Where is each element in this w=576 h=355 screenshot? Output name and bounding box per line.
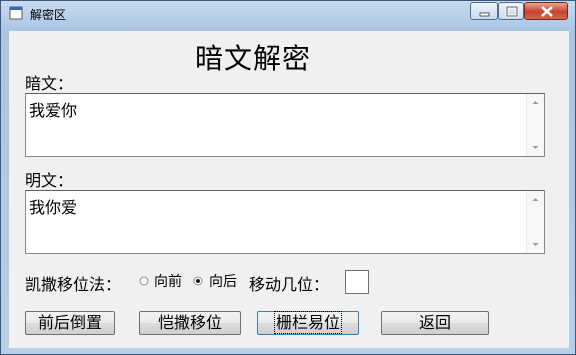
shift-count-input[interactable] (345, 270, 369, 294)
page-title: 暗文解密 (195, 42, 312, 75)
scroll-down-icon[interactable] (527, 139, 544, 156)
back-button[interactable]: 返回 (381, 311, 489, 335)
app-icon (9, 6, 23, 20)
ciphertext-scrollbar[interactable] (526, 94, 544, 156)
maximize-icon (505, 5, 519, 18)
radio-forward[interactable] (139, 276, 149, 286)
form-area: 暗文解密 暗文： 我爱你 明文： 我你爱 凯撒移位法： 向前 向后 移动几位： … (9, 31, 569, 348)
caesar-shift-button[interactable]: 恺撒移位 (139, 311, 241, 335)
radio-backward[interactable] (193, 276, 203, 286)
minimize-button[interactable] (470, 2, 498, 20)
plaintext-label: 明文： (25, 171, 74, 190)
close-icon (541, 6, 553, 17)
ciphertext-field[interactable]: 我爱你 (25, 93, 545, 157)
ciphertext-label: 暗文： (25, 74, 74, 93)
radio-forward-label[interactable]: 向前 (154, 271, 182, 291)
scroll-up-icon[interactable] (527, 94, 544, 111)
caesar-shift-button-label: 恺撒移位 (157, 313, 222, 332)
title-bar[interactable]: 解密区 (1, 1, 575, 26)
minimize-icon (479, 12, 490, 17)
reverse-button[interactable]: 前后倒置 (25, 311, 115, 335)
caesar-label: 凯撒移位法： (25, 275, 122, 294)
plaintext-field[interactable]: 我你爱 (25, 190, 545, 254)
close-button[interactable] (524, 2, 568, 20)
back-button-label: 返回 (418, 313, 451, 332)
window-title: 解密区 (30, 8, 67, 22)
plaintext-scrollbar[interactable] (526, 191, 544, 253)
scroll-down-icon[interactable] (527, 236, 544, 253)
shift-count-label: 移动几位： (249, 275, 330, 294)
ciphertext-value: 我爱你 (29, 101, 78, 120)
rail-fence-button-label: 栅栏易位 (273, 311, 343, 334)
rail-fence-button[interactable]: 栅栏易位 (257, 311, 359, 335)
reverse-button-label: 前后倒置 (37, 313, 102, 332)
maximize-button[interactable] (498, 2, 524, 20)
scroll-up-icon[interactable] (527, 191, 544, 208)
radio-backward-label[interactable]: 向后 (209, 271, 237, 291)
plaintext-value: 我你爱 (29, 198, 78, 217)
app-window: 解密区 暗文解密 暗文： 我爱你 明文： 我你爱 凯撒移位法： 向前 向后 移动… (0, 0, 576, 355)
